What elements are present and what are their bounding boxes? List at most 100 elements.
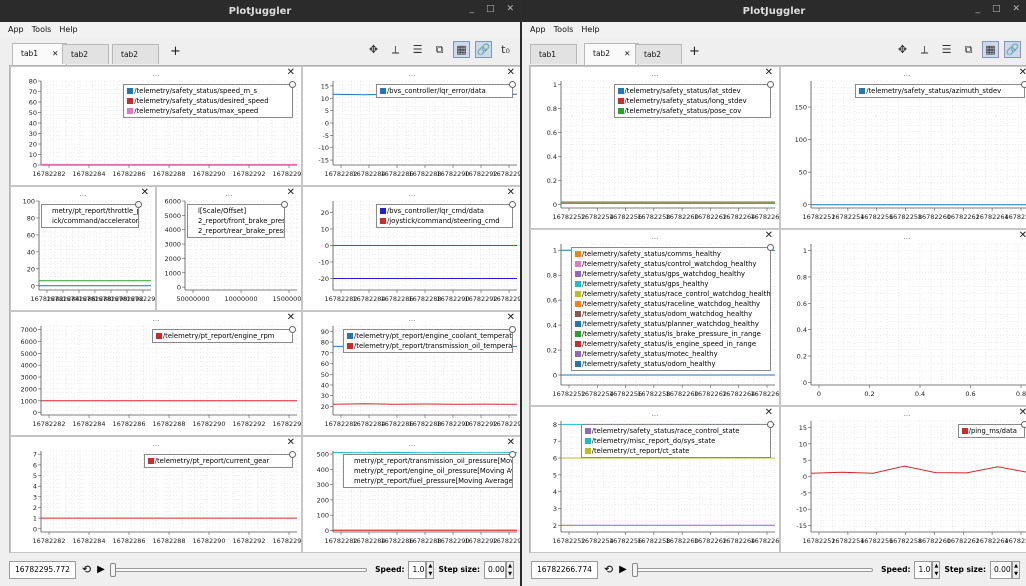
legend-handle[interactable] <box>767 421 774 428</box>
plot-legend[interactable]: metry/pt_report/throttle_position ick/com… <box>41 204 139 228</box>
tab-tab2[interactable]: tab2 <box>635 44 683 64</box>
plot-legend[interactable]: /bvs_controller/lqr_cmd/data/joystick/co… <box>376 204 513 228</box>
legend-handle[interactable] <box>1021 81 1026 88</box>
legend-item[interactable]: /bvs_controller/lqr_error/data <box>380 86 509 96</box>
legend-handle[interactable] <box>509 451 516 458</box>
tab-close-icon[interactable]: ✕ <box>624 49 630 60</box>
legend-item[interactable]: ick/command/accelerator_cmd <box>45 216 138 226</box>
play-icon[interactable]: ▶ <box>97 564 105 575</box>
legend-item[interactable]: /telemetry/safety_status/gps_healthy <box>575 279 767 289</box>
speed-spinner[interactable]: ▲ ▼ <box>932 560 941 579</box>
time-offset-icon[interactable]: t₀ <box>497 41 514 58</box>
legend-item[interactable]: metry/pt_report/engine_oil_pressure[Movi… <box>347 466 512 476</box>
plot-legend[interactable]: /telemetry/pt_report/engine_coolant_temp… <box>343 329 513 353</box>
plot-legend[interactable]: /telemetry/safety_status/comms_healthy/t… <box>571 247 771 371</box>
plot-legend[interactable]: /telemetry/safety_status/lat_stdev/telem… <box>613 84 771 118</box>
speed-input[interactable]: 1.0 <box>408 560 427 579</box>
legend-item[interactable]: /telemetry/safety_status/motec_healthy <box>575 349 767 359</box>
add-tab-button[interactable]: + <box>689 44 700 59</box>
legend-item[interactable]: /joystick/command/steering_cmd <box>380 216 509 226</box>
legend-item[interactable]: /telemetry/pt_report/engine_rpm <box>155 331 289 341</box>
plot-panel[interactable]: ... ✕ 15 10 5 0 -5 -10 -15 16782282 16782284 167822… <box>302 66 520 186</box>
legend-item[interactable]: /telemetry/safety_status/race_control_st… <box>584 426 767 436</box>
zoom-ratio-icon[interactable]: 1:1 <box>519 41 520 58</box>
step-spinner[interactable]: ▲ ▼ <box>1012 560 1020 579</box>
legend-item[interactable]: /telemetry/pt_report/engine_coolant_temp… <box>347 331 512 341</box>
plot-legend[interactable]: /telemetry/pt_report/current_gear <box>143 454 293 468</box>
plot-panel[interactable]: ... ✕ 20 10 0 -10 -20 16782282 16782284 16782286 1… <box>302 186 520 311</box>
tab-tab1[interactable]: tab1 <box>530 44 578 64</box>
loop-icon[interactable]: ⟲ <box>82 563 91 576</box>
plot-legend[interactable]: metry/pt_report/transmission_oil_pressur… <box>343 454 513 488</box>
plot-legend[interactable]: /ping_ms/data <box>957 424 1025 438</box>
tab-close-icon[interactable]: ✕ <box>52 49 58 60</box>
plot-panel[interactable]: ... ✕ 90 80 70 60 50 40 30 20 16782282 16782284 1678… <box>302 311 520 436</box>
legend-item[interactable]: /telemetry/safety_status/gps_watchdog_he… <box>575 269 767 279</box>
layout-icon[interactable]: ⧉ <box>960 41 977 58</box>
plot-legend[interactable]: l[Scale/Offset] 2_report/front_brake_pres… <box>187 204 285 238</box>
minimize-button[interactable]: _ <box>469 4 474 14</box>
speed-input[interactable]: 1.0 <box>914 560 933 579</box>
legend-item[interactable]: /telemetry/safety_status/odom_watchdog_h… <box>575 309 767 319</box>
close-window-button[interactable]: ✕ <box>506 4 514 14</box>
list-icon[interactable]: ☰ <box>409 41 426 58</box>
legend-item[interactable]: /telemetry/ct_report/ct_state <box>584 446 767 456</box>
plot-panel[interactable]: ...✕151050-5-10-151678225216782254167822… <box>780 406 1026 553</box>
step-input[interactable]: 0.00 <box>484 560 506 579</box>
plot-panel[interactable]: ...✕150100500167822521678225416782256167… <box>780 66 1026 229</box>
list-icon[interactable]: ☰ <box>938 41 955 58</box>
legend-handle[interactable] <box>289 81 296 88</box>
legend-item[interactable]: /bvs_controller/lqr_cmd/data <box>380 206 509 216</box>
legend-handle[interactable] <box>767 81 774 88</box>
legend-item[interactable]: /telemetry/safety_status/azimuth_stdev <box>859 86 1021 96</box>
legend-item[interactable]: metry/pt_report/transmission_oil_pressur… <box>347 456 512 466</box>
move-icon[interactable]: ✥ <box>365 41 382 58</box>
legend-handle[interactable] <box>135 201 142 208</box>
move-icon[interactable]: ✥ <box>894 41 911 58</box>
legend-item[interactable]: l[Scale/Offset] <box>191 206 281 216</box>
menu-tools[interactable]: Tools <box>554 25 574 35</box>
plot-legend[interactable]: /telemetry/safety_status/speed_m_s/telem… <box>123 84 293 118</box>
plot-panel[interactable]: ... ✕ 6000 5000 4000 3000 2000 1000 0 50000000 100… <box>156 186 302 311</box>
link-icon[interactable]: 🔗 <box>1004 41 1021 58</box>
tab-tab2[interactable]: tab2 <box>112 44 160 64</box>
plot-panel[interactable]: ... ✕ 500 400 300 200 100 0 16782282 16782284 1678… <box>302 436 520 553</box>
legend-item[interactable]: /ping_ms/data <box>961 426 1021 436</box>
legend-handle[interactable] <box>509 326 516 333</box>
plot-panel[interactable]: ... ✕ 8 7 6 5 4 3 2 16782252 16782254 16782256 16782… <box>530 406 780 553</box>
time-value-field[interactable]: 16782266.774 <box>531 560 598 579</box>
legend-item[interactable]: /telemetry/safety_status/raceline_watchd… <box>575 299 767 309</box>
legend-item[interactable]: /telemetry/safety_status/race_control_wa… <box>575 289 770 299</box>
step-spinner[interactable]: ▲ ▼ <box>506 560 514 579</box>
maximize-button[interactable]: □ <box>486 4 495 14</box>
legend-item[interactable]: /telemetry/safety_status/long_stdev <box>617 96 768 106</box>
menu-app[interactable]: App <box>8 25 24 35</box>
slider-handle[interactable] <box>631 562 638 577</box>
step-input[interactable]: 0.00 <box>990 560 1012 579</box>
grid-icon[interactable]: ▦ <box>982 41 999 58</box>
layout-icon[interactable]: ⧉ <box>431 41 448 58</box>
legend-item[interactable]: metry/pt_report/throttle_position <box>45 206 138 216</box>
menu-help[interactable]: Help <box>581 25 599 35</box>
menu-app[interactable]: App <box>530 25 546 35</box>
close-window-button[interactable]: ✕ <box>1012 4 1020 14</box>
tab-tab2[interactable]: tab2 <box>62 44 110 64</box>
loop-icon[interactable]: ⟲ <box>604 563 613 576</box>
plot-panel[interactable]: ...✕10.80.60.40.2000.20.40.60.8 <box>780 229 1026 406</box>
plot-legend[interactable]: /telemetry/pt_report/engine_rpm <box>151 329 293 343</box>
plot-panel[interactable]: ... ✕ 1 0.8 0.6 0.4 0.2 0 16782252 16782254 167822… <box>530 66 780 229</box>
plot-panel[interactable]: ... ✕ 1 0.8 0.6 0.4 0.2 0 16782252 16782254 167822… <box>530 229 780 406</box>
legend-item[interactable]: /telemetry/safety_status/is_engine_speed… <box>575 339 767 349</box>
legend-item[interactable]: metry/pt_report/fuel_pressure[Moving Ave… <box>347 476 512 486</box>
time-slider[interactable] <box>631 561 874 579</box>
legend-handle[interactable] <box>289 451 296 458</box>
plot-legend[interactable]: /bvs_controller/lqr_error/data <box>376 84 513 98</box>
maximize-button[interactable]: □ <box>992 4 1001 14</box>
legend-item[interactable]: 2_report/front_brake_pressure <box>191 216 284 226</box>
legend-item[interactable]: /telemetry/pt_report/current_gear <box>147 456 289 466</box>
legend-item[interactable]: /telemetry/pt_report/transmission_oil_te… <box>347 341 512 351</box>
legend-handle[interactable] <box>767 244 774 251</box>
split-icon[interactable]: ⟂ <box>387 41 404 58</box>
plot-panel[interactable]: ... ✕ 80 70 60 50 40 30 20 10 0 16782282 16782284 167… <box>10 66 302 186</box>
split-icon[interactable]: ⟂ <box>916 41 933 58</box>
